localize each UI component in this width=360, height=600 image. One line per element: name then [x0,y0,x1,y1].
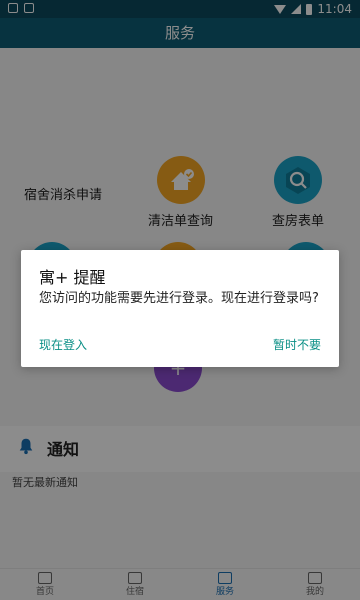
not-now-button[interactable]: 暂时不要 [273,336,321,353]
dialog-message: 您访问的功能需要先进行登录。现在进行登录吗? [39,291,319,306]
dialog-title: 寓+ 提醒 [39,268,106,287]
login-now-button[interactable]: 现在登入 [39,336,87,353]
login-dialog: 寓+ 提醒 您访问的功能需要先进行登录。现在进行登录吗? 现在登入 暂时不要 [21,250,339,367]
